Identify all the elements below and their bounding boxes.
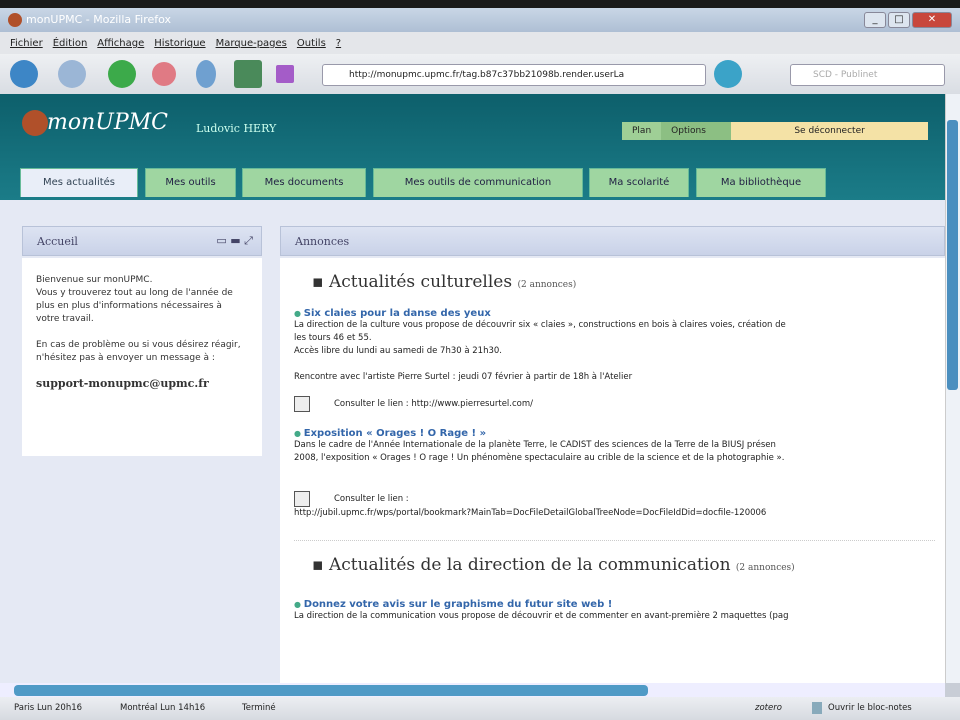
user-name: Ludovic HERY xyxy=(196,122,277,135)
link-row: Consulter le lien : http://www.pierresur… xyxy=(294,396,945,412)
nav-toolbar: http://monupmc.upmc.fr/tag.b87c37bb21098… xyxy=(0,54,960,94)
link-url[interactable]: http://jubil.upmc.fr/wps/portal/bookmark… xyxy=(294,507,945,520)
close-button[interactable]: ✕ xyxy=(912,12,952,28)
announcement-link[interactable]: Donnez votre avis sur le graphisme du fu… xyxy=(294,599,945,610)
url-bar[interactable]: http://monupmc.upmc.fr/tag.b87c37bb21098… xyxy=(322,64,706,86)
menu-marque-pages[interactable]: Marque-pages xyxy=(216,38,287,49)
contact-text: En cas de problème ou si vous désirez ré… xyxy=(36,340,241,363)
text-line: 2008, l'exposition « Orages ! O rage ! U… xyxy=(294,453,785,463)
zotero-button[interactable]: zotero xyxy=(755,703,782,713)
addon-icon[interactable] xyxy=(276,65,294,83)
menu-outils[interactable]: Outils xyxy=(297,38,326,49)
horizontal-scroll-thumb[interactable] xyxy=(14,685,648,696)
announcement-link[interactable]: Six claies pour la danse des yeux xyxy=(294,308,945,319)
panel-window-controls-icon[interactable]: ▭ ▬ ⤢ xyxy=(216,234,253,248)
tab-ma-scolarite[interactable]: Ma scolarité xyxy=(589,168,689,197)
accueil-title: Accueil xyxy=(37,235,78,248)
vertical-scroll-thumb[interactable] xyxy=(947,120,958,390)
stop-icon[interactable] xyxy=(152,62,176,86)
plan-button[interactable]: Plan xyxy=(622,122,662,140)
status-text: Terminé xyxy=(242,703,276,713)
info-text: Vous y trouverez tout au long de l'année… xyxy=(36,288,233,324)
accueil-panel-body: Bienvenue sur monUPMC. Vous y trouverez … xyxy=(22,258,262,456)
tab-ma-bibliotheque[interactable]: Ma bibliothèque xyxy=(696,168,826,197)
logo[interactable]: monUPMC xyxy=(22,110,168,136)
section-title: ▪ Actualités culturelles (2 annonces) xyxy=(312,272,577,292)
section-title: ▪ Actualités de la direction de la commu… xyxy=(312,555,795,575)
link-icon xyxy=(294,491,310,507)
screen-top xyxy=(0,0,960,8)
text-line: La direction de la culture vous propose … xyxy=(294,320,786,330)
menu-historique[interactable]: Historique xyxy=(154,38,205,49)
home-icon[interactable] xyxy=(234,60,262,88)
firefox-icon xyxy=(8,13,22,27)
menu-bar: Fichier Édition Affichage Historique Marque-… xyxy=(0,32,960,54)
search-input[interactable]: SCD - Publinet xyxy=(790,64,945,86)
accueil-panel-header: Accueil ▭ ▬ ⤢ xyxy=(22,226,262,256)
tab-mes-documents[interactable]: Mes documents xyxy=(242,168,366,197)
clock-paris: Paris Lun 20h16 xyxy=(14,703,83,713)
annonces-panel-header: Annonces xyxy=(280,226,945,256)
link-text[interactable]: Consulter le lien : http://www.pierresur… xyxy=(334,399,533,409)
back-icon[interactable] xyxy=(10,60,38,88)
notes-icon xyxy=(812,702,822,714)
tab-mes-actualites[interactable]: Mes actualités xyxy=(20,168,138,197)
site-header: monUPMC Ludovic HERY Plan Options Se déc… xyxy=(0,94,945,200)
tab-mes-outils-communication[interactable]: Mes outils de communication xyxy=(373,168,583,197)
page-content: Accueil ▭ ▬ ⤢ Bienvenue sur monUPMC. Vou… xyxy=(0,200,945,683)
menu-fichier[interactable]: Fichier xyxy=(10,38,43,49)
text-line: Dans le cadre de l'Année Internationale … xyxy=(294,440,776,450)
options-button[interactable]: Options xyxy=(661,122,732,140)
status-bar: Paris Lun 20h16 Montréal Lun 14h16 Termi… xyxy=(0,697,960,720)
logout-button[interactable]: Se déconnecter xyxy=(731,122,928,140)
text-line: Rencontre avec l'artiste Pierre Surtel :… xyxy=(294,372,633,382)
menu-help[interactable]: ? xyxy=(336,38,341,49)
menu-affichage[interactable]: Affichage xyxy=(97,38,144,49)
announcement-link[interactable]: Exposition « Orages ! O Rage ! » xyxy=(294,428,945,439)
text-line: La direction de la communication vous pr… xyxy=(294,611,789,621)
bookmark-icon[interactable] xyxy=(196,60,216,88)
tab-mes-outils[interactable]: Mes outils xyxy=(145,168,236,197)
annonces-panel-body: ▪ Actualités culturelles (2 annonces) Si… xyxy=(280,258,945,683)
minimize-button[interactable]: _ xyxy=(864,12,886,28)
notes-button[interactable]: Ouvrir le bloc-notes xyxy=(828,703,912,713)
support-email-link[interactable]: support-monupmc@upmc.fr xyxy=(36,377,248,390)
text-line: Accès libre du lundi au samedi de 7h30 à… xyxy=(294,346,502,356)
logo-text: monUPMC xyxy=(47,110,168,135)
go-icon[interactable] xyxy=(714,60,742,88)
forward-icon[interactable] xyxy=(58,60,86,88)
title-bar: monUPMC - Mozilla Firefox _ □ ✕ xyxy=(0,8,960,32)
link-text: Consulter le lien : xyxy=(334,494,409,504)
text-line: les tours 46 et 55. xyxy=(294,333,372,343)
menu-edition[interactable]: Édition xyxy=(53,38,88,49)
welcome-text: Bienvenue sur monUPMC. xyxy=(36,275,153,285)
window-title: monUPMC - Mozilla Firefox xyxy=(26,13,172,26)
link-row: Consulter le lien : xyxy=(294,491,945,507)
clock-montreal: Montréal Lun 14h16 xyxy=(120,703,206,713)
maximize-button[interactable]: □ xyxy=(888,12,910,28)
reload-icon[interactable] xyxy=(108,60,136,88)
header-buttons: Plan Options Se déconnecter xyxy=(622,122,928,140)
link-icon xyxy=(294,396,310,412)
